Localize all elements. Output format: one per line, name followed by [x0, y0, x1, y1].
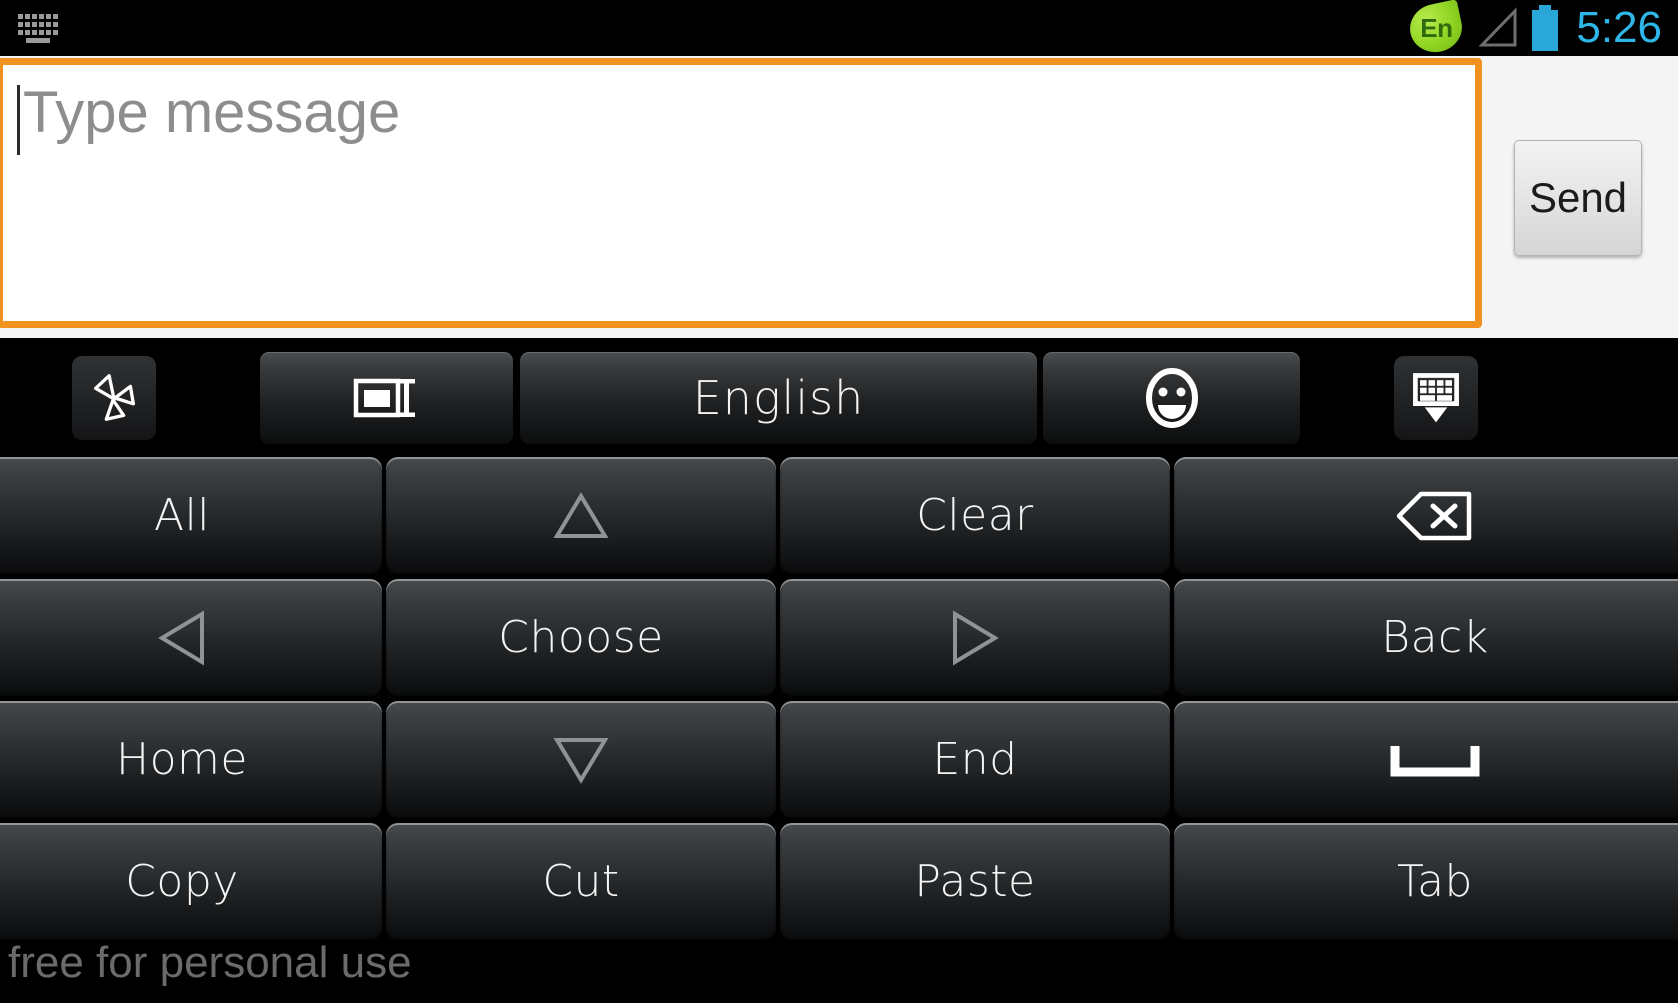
- compose-area: Type message Send: [0, 56, 1678, 338]
- hide-keyboard-button[interactable]: [1394, 356, 1478, 440]
- status-bar: En 5:26: [0, 0, 1678, 57]
- key-back[interactable]: Back: [1174, 579, 1678, 696]
- key-label: Tab: [1397, 856, 1473, 907]
- message-input[interactable]: Type message: [0, 58, 1482, 328]
- keyboard-key-rows: All Clear Choose Back Home End Copy Cut …: [0, 455, 1678, 1003]
- key-label: Choose: [498, 612, 664, 663]
- keyboard-toolbar: English: [0, 338, 1678, 455]
- keyboard-row: Choose Back: [0, 577, 1678, 699]
- backspace-icon: [1395, 489, 1475, 543]
- text-caret: [17, 85, 20, 155]
- emoji-button[interactable]: [1043, 352, 1300, 444]
- smiley-face-icon: [1145, 368, 1198, 428]
- language-label: English: [692, 371, 865, 425]
- arrow-up-icon: [551, 490, 611, 542]
- keyboard-row: All Clear: [0, 455, 1678, 577]
- key-label: Cut: [542, 856, 620, 907]
- battery-body: [1532, 10, 1559, 51]
- key-cut[interactable]: Cut: [386, 823, 776, 940]
- keyboard-row: Copy Cut Paste Tab: [0, 821, 1678, 943]
- key-left[interactable]: [0, 579, 382, 696]
- key-choose[interactable]: Choose: [386, 579, 776, 696]
- key-label: Back: [1381, 612, 1489, 663]
- key-paste[interactable]: Paste: [780, 823, 1170, 940]
- pinwheel-logo-icon: [93, 374, 135, 421]
- arrow-right-icon: [949, 608, 1001, 668]
- key-label: All: [153, 490, 211, 541]
- key-home[interactable]: Home: [0, 701, 382, 818]
- key-all[interactable]: All: [0, 457, 382, 574]
- signal-triangle-icon: [1478, 7, 1517, 47]
- arrow-down-icon: [551, 734, 611, 786]
- key-end[interactable]: End: [780, 701, 1170, 818]
- soft-keyboard: English All Clear Choose Back Home End C…: [0, 338, 1678, 1003]
- input-method-button[interactable]: [260, 352, 513, 444]
- key-clear[interactable]: Clear: [780, 457, 1170, 574]
- key-tab[interactable]: Tab: [1174, 823, 1678, 940]
- key-label: Paste: [914, 856, 1036, 907]
- key-label: Home: [116, 734, 248, 785]
- key-label: Clear: [916, 490, 1034, 541]
- key-down[interactable]: [386, 701, 776, 818]
- message-input-placeholder: Type message: [23, 80, 401, 145]
- space-bar-icon: [1390, 743, 1480, 777]
- key-label: Copy: [125, 856, 239, 907]
- keyboard-row: Home End: [0, 699, 1678, 821]
- key-copy[interactable]: Copy: [0, 823, 382, 940]
- send-button[interactable]: Send: [1514, 140, 1642, 256]
- device-screen: En 5:26 Type message Send English All Cl…: [0, 0, 1678, 1003]
- ime-logo-button[interactable]: [72, 356, 156, 440]
- keyboard-hide-icon: [1413, 373, 1459, 423]
- key-label: End: [932, 734, 1018, 785]
- status-clock: 5:26: [1576, 3, 1662, 52]
- language-button[interactable]: English: [520, 352, 1037, 444]
- key-backspace[interactable]: [1174, 457, 1678, 574]
- ime-badge-label: En: [1420, 12, 1453, 43]
- key-space[interactable]: [1174, 701, 1678, 818]
- arrow-left-icon: [156, 608, 208, 668]
- text-field-cursor-icon: [353, 378, 415, 418]
- status-icons: En 5:26: [1405, 0, 1666, 57]
- key-up[interactable]: [386, 457, 776, 574]
- battery-full-icon: [1530, 5, 1560, 51]
- keyboard-icon[interactable]: [16, 10, 60, 44]
- ime-status-icon: En: [1405, 0, 1467, 57]
- key-right[interactable]: [780, 579, 1170, 696]
